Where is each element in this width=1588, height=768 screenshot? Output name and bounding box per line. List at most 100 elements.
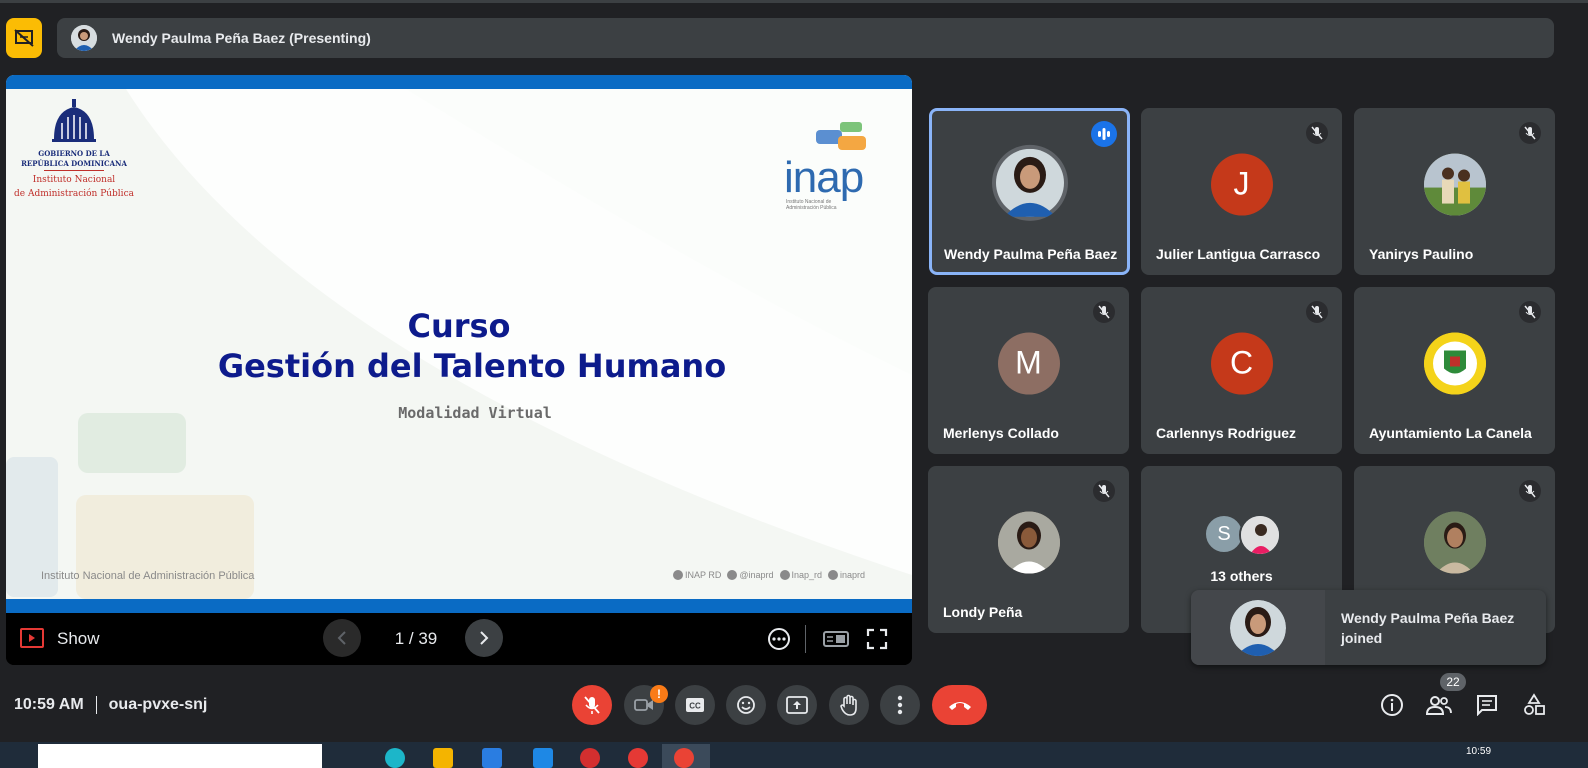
mic-off-icon — [1519, 301, 1541, 323]
taskbar-app-icon[interactable] — [628, 748, 648, 768]
taskbar-active-app[interactable] — [662, 744, 710, 768]
hang-up-icon — [948, 702, 971, 710]
participant-name: Wendy Paulma Peña Baez — [944, 246, 1118, 262]
government-logo: GOBIERNO DE LA REPÚBLICA DOMINICANA Inst… — [14, 99, 134, 199]
gov-line1: GOBIERNO DE LA — [38, 149, 110, 158]
taskbar-app-icon[interactable] — [385, 748, 405, 768]
slide-footer-institution: Instituto Nacional de Administración Púb… — [41, 570, 255, 582]
presentation-area: GOBIERNO DE LA REPÚBLICA DOMINICANA Inst… — [6, 75, 912, 665]
inap-bubbles-icon — [816, 122, 866, 150]
reactions-button[interactable] — [726, 685, 766, 725]
participant-name: Julier Lantigua Carrasco — [1156, 246, 1321, 262]
inap-logo: inap Instituto Nacional de Administració… — [784, 122, 874, 211]
chat-icon — [1477, 695, 1497, 716]
participants-button[interactable] — [1426, 692, 1452, 718]
twitter-icon — [727, 570, 738, 580]
slide-bottom-band — [6, 599, 912, 613]
more-options-button[interactable] — [880, 685, 920, 725]
participant-tile[interactable]: C Carlennys Rodriguez — [1141, 287, 1342, 454]
participant-tile[interactable]: Yanirys Paulino — [1354, 108, 1555, 275]
leave-call-button[interactable] — [932, 685, 987, 725]
participant-tile[interactable]: Londy Peña — [928, 466, 1129, 633]
camera-warning-badge: ! — [650, 685, 668, 703]
taskbar-chrome-icon — [674, 748, 694, 768]
slide-top-band — [6, 75, 912, 89]
shapes-icon — [1524, 693, 1545, 715]
meeting-info-divider — [95, 696, 97, 714]
slide-title-line2: Gestión del Talento Humano — [217, 347, 727, 385]
speaker-notes-button[interactable] — [822, 627, 850, 651]
chevron-right-icon — [480, 631, 489, 645]
slide-controls-bar: Show 1 / 39 — [6, 613, 912, 665]
participant-tile[interactable]: J Julier Lantigua Carrasco — [1141, 108, 1342, 275]
speaking-indicator — [1091, 121, 1117, 147]
window-top-strip — [0, 0, 1588, 3]
captions-button[interactable]: CC — [675, 685, 715, 725]
participant-tile[interactable]: M Merlenys Collado — [928, 287, 1129, 454]
avatar — [1423, 511, 1486, 574]
join-notification: Wendy Paulma Peña Baez joined — [1191, 590, 1546, 665]
closed-captions-icon: CC — [686, 698, 704, 712]
meeting-details-button[interactable] — [1379, 692, 1405, 718]
slide-subtitle: Modalidad Virtual — [398, 404, 552, 422]
meeting-info: 10:59 AM oua-pvxe-snj — [14, 696, 207, 714]
instagram-icon — [779, 570, 790, 580]
avatar — [1423, 153, 1486, 216]
more-horizontal-icon — [768, 628, 790, 650]
gov-line2: REPÚBLICA DOMINICANA — [21, 159, 127, 168]
info-icon — [1381, 694, 1403, 716]
svg-text:CC: CC — [689, 702, 701, 711]
facebook-handle: INAP RD — [685, 570, 722, 580]
avatar — [1230, 599, 1286, 656]
chevron-left-icon — [337, 631, 346, 645]
activities-button[interactable] — [1521, 692, 1547, 718]
taskbar-app-icon[interactable] — [580, 748, 600, 768]
notification-name: Wendy Paulma Peña Baez — [1341, 610, 1515, 626]
twitter-link: @inaprd — [727, 570, 774, 580]
more-options-button[interactable] — [767, 627, 791, 651]
participant-tile[interactable]: Wendy Paulma Peña Baez — [929, 108, 1130, 275]
youtube-icon — [828, 570, 839, 580]
notification-status: joined — [1341, 630, 1383, 646]
chat-button[interactable] — [1474, 692, 1500, 718]
mic-off-icon — [1519, 122, 1541, 144]
clock-time: 10:59 AM — [14, 696, 84, 713]
taskbar-app-icon[interactable] — [533, 748, 553, 768]
previous-slide-button[interactable] — [323, 619, 361, 657]
municipal-seal-icon — [1423, 332, 1486, 395]
present-now-button[interactable] — [777, 685, 817, 725]
youtube-link: inaprd — [828, 570, 865, 580]
taskbar-clock: 10:59 — [1466, 746, 1492, 757]
facebook-link: INAP RD — [673, 570, 721, 580]
instagram-handle: Inap_rd — [791, 570, 823, 580]
slideshow-icon[interactable] — [20, 628, 44, 648]
next-slide-button[interactable] — [465, 619, 503, 657]
slide: GOBIERNO DE LA REPÚBLICA DOMINICANA Inst… — [6, 75, 912, 613]
participant-name: Yanirys Paulino — [1369, 246, 1474, 262]
participant-name: Merlenys Collado — [943, 425, 1059, 441]
participant-tile[interactable]: Ayuntamiento La Canela — [1354, 287, 1555, 454]
avatar — [1423, 332, 1486, 395]
taskbar-folder-icon[interactable] — [433, 748, 453, 768]
slide-title-line1: Curso — [407, 307, 511, 345]
mic-off-icon — [584, 696, 600, 714]
meeting-code: oua-pvxe-snj — [108, 696, 208, 713]
raise-hand-button[interactable] — [829, 685, 869, 725]
more-vertical-icon — [897, 695, 903, 715]
participant-name: Carlennys Rodriguez — [1156, 425, 1297, 441]
taskbar-app-icon[interactable] — [482, 748, 502, 768]
stop-presenting-icon[interactable] — [6, 18, 42, 58]
avatar: S — [1204, 514, 1244, 554]
microphone-toggle-button[interactable] — [572, 685, 612, 725]
joined-user-avatar-area — [1191, 590, 1325, 665]
taskbar-search-box[interactable] — [38, 744, 322, 768]
mic-off-icon — [1306, 122, 1328, 144]
show-button[interactable]: Show — [57, 629, 100, 649]
instagram-link: Inap_rd — [779, 570, 823, 580]
avatar: J — [1210, 153, 1273, 216]
participant-count-badge: 22 — [1440, 673, 1466, 691]
avatar: M — [997, 332, 1060, 395]
speaker-notes-icon — [823, 631, 849, 647]
fullscreen-button[interactable] — [865, 627, 889, 651]
avatar: C — [1210, 332, 1273, 395]
